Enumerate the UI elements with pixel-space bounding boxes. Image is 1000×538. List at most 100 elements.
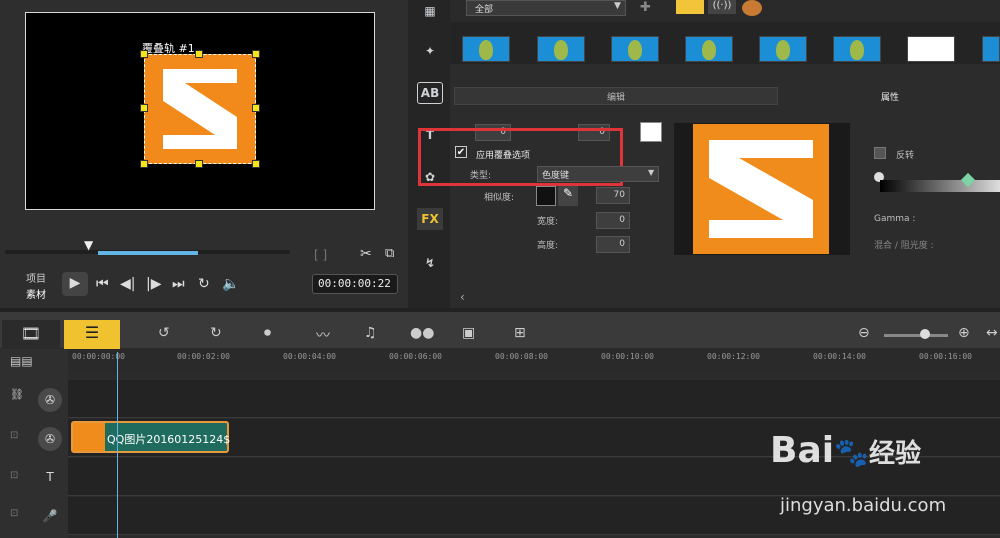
title-track-icon[interactable]: T (38, 465, 62, 489)
home-icon[interactable]: ⏮ (96, 276, 109, 292)
path-icon[interactable]: ↯ (417, 252, 443, 274)
repeat-icon[interactable]: ↻ (198, 276, 210, 292)
resize-handle[interactable] (252, 160, 260, 168)
filter-thumbnail[interactable] (685, 36, 733, 62)
trim-range[interactable] (98, 251, 198, 255)
width-field[interactable]: 0 (596, 212, 630, 229)
collapse-icon[interactable]: ‹ (460, 290, 465, 304)
lock-icon[interactable]: ⊡ (10, 430, 18, 441)
auto-music-icon[interactable]: ♫ (364, 325, 377, 341)
next-frame-icon[interactable]: |▶ (146, 276, 161, 292)
ruler-tick: 00:00:14:00 (813, 352, 866, 361)
filter-thumbnail[interactable] (611, 36, 659, 62)
options-preview-clip (693, 124, 829, 254)
watermark-url: jingyan.baidu.com (780, 495, 947, 516)
folder-icon[interactable] (676, 0, 704, 14)
ruler-tick: 00:00:16:00 (919, 352, 972, 361)
overlay-track-icon[interactable]: ✇ (38, 427, 62, 451)
video-track-icon[interactable]: ✇ (38, 388, 62, 412)
overlay-clip-preview[interactable] (144, 54, 256, 164)
clip-mode[interactable]: 素材 (26, 286, 46, 301)
scissors-icon[interactable]: ✂ (360, 246, 372, 262)
timecode-display[interactable]: 00:00:00:22 (312, 274, 398, 294)
key-color-swatch[interactable] (536, 186, 556, 206)
type-label: 类型: (470, 171, 492, 181)
zoom-handle[interactable] (920, 329, 930, 339)
similarity-label: 相似度: (484, 193, 515, 203)
audio-icon[interactable]: ((·)) (708, 0, 736, 14)
filter-thumbnail[interactable] (462, 36, 510, 62)
resize-handle[interactable] (252, 104, 260, 112)
redo-icon[interactable]: ↻ (210, 325, 222, 341)
apply-overlay-checkbox[interactable]: ✔ (455, 146, 467, 158)
height-field[interactable]: 0 (596, 236, 630, 253)
scrubber-handle[interactable]: ▼ (84, 238, 93, 252)
zoom-out-icon[interactable]: ⊖ (858, 325, 870, 341)
fit-icon[interactable]: ↔ (986, 325, 998, 341)
color-swatch[interactable] (640, 122, 662, 142)
tab-attributes[interactable]: 属性 (780, 87, 1000, 105)
chevron-down-icon[interactable]: ▼ (614, 1, 621, 11)
watermark-logo: Bai🐾经验 (770, 430, 921, 471)
motion-icon[interactable]: ●● (410, 325, 434, 341)
record-icon[interactable]: ⏺ (264, 325, 271, 341)
resize-handle[interactable] (140, 104, 148, 112)
audio-mixer-icon[interactable]: 〰 (316, 325, 330, 345)
project-mode[interactable]: 项目 (26, 270, 46, 285)
tab-edit[interactable]: 编辑 (454, 87, 778, 105)
title-icon[interactable]: AB (417, 82, 443, 104)
zoom-slider[interactable] (884, 334, 948, 337)
resize-handle[interactable] (140, 160, 148, 168)
height-label: 高度: (537, 241, 559, 251)
link-icon[interactable]: ⛓ (10, 388, 24, 401)
lock-icon[interactable]: ⊡ (10, 470, 18, 481)
filter-thumbnail[interactable] (833, 36, 881, 62)
similarity-field[interactable]: 70 (596, 187, 630, 204)
play-icon[interactable]: ▶ (62, 272, 88, 296)
add-icon[interactable]: ✚ (640, 0, 651, 15)
type-select[interactable]: 色度键 (537, 166, 659, 182)
undo-icon[interactable]: ↺ (158, 325, 170, 341)
eyedropper-icon[interactable]: ✎ (558, 186, 578, 206)
filter-thumbnail[interactable] (759, 36, 807, 62)
watermark-suffix: 经验 (868, 439, 921, 469)
chevron-down-icon[interactable]: ▼ (648, 168, 654, 177)
gamma-label: Gamma : (874, 214, 916, 224)
ruler-tick: 00:00:10:00 (601, 352, 654, 361)
category-select[interactable]: 全部 (466, 0, 626, 16)
resize-handle[interactable] (140, 50, 148, 58)
filter-thumbnail[interactable] (537, 36, 585, 62)
options-icon[interactable] (742, 0, 762, 16)
timeline-view-icon[interactable]: ☰ (64, 320, 120, 350)
watermark-brand: Bai (770, 430, 835, 471)
gradient-slider[interactable] (880, 180, 1000, 192)
zoom-in-icon[interactable]: ⊕ (958, 325, 970, 341)
previous-frame-icon[interactable]: ◀| (120, 276, 135, 292)
ruler-tick: 00:00:08:00 (495, 352, 548, 361)
instant-project-icon[interactable]: ✦ (417, 40, 443, 62)
voice-track-icon[interactable]: 🎤 (38, 504, 62, 528)
fx-filter-icon[interactable]: FX (417, 208, 443, 230)
storyboard-view-icon[interactable]: 🎞 (2, 320, 60, 350)
media-icon[interactable]: ▦ (417, 0, 443, 22)
video-track[interactable] (0, 380, 1000, 418)
multi-trim-icon[interactable]: ⊞ (514, 325, 526, 341)
filter-thumbnail[interactable] (982, 36, 1000, 62)
lock-icon[interactable]: ⊡ (10, 508, 18, 519)
subtitle-icon[interactable]: ▣ (462, 325, 475, 341)
ruler-tick: 00:00:02:00 (177, 352, 230, 361)
track-manager-icon[interactable]: ▤▤ (10, 354, 33, 368)
resize-handle[interactable] (195, 50, 203, 58)
copy-icon[interactable]: ⧉ (385, 246, 394, 261)
filter-thumbnail[interactable] (907, 36, 955, 62)
volume-icon[interactable]: 🔈 (222, 276, 239, 292)
playhead[interactable] (117, 352, 118, 538)
logo-icon (709, 140, 813, 238)
invert-checkbox[interactable] (874, 147, 886, 159)
resize-handle[interactable] (252, 50, 260, 58)
end-icon[interactable]: ⏭ (172, 276, 185, 292)
ruler-tick: 00:00:12:00 (707, 352, 760, 361)
timeline-toolbar (0, 308, 1000, 348)
mark-in-icon[interactable]: [ ] (314, 248, 327, 262)
resize-handle[interactable] (195, 160, 203, 168)
